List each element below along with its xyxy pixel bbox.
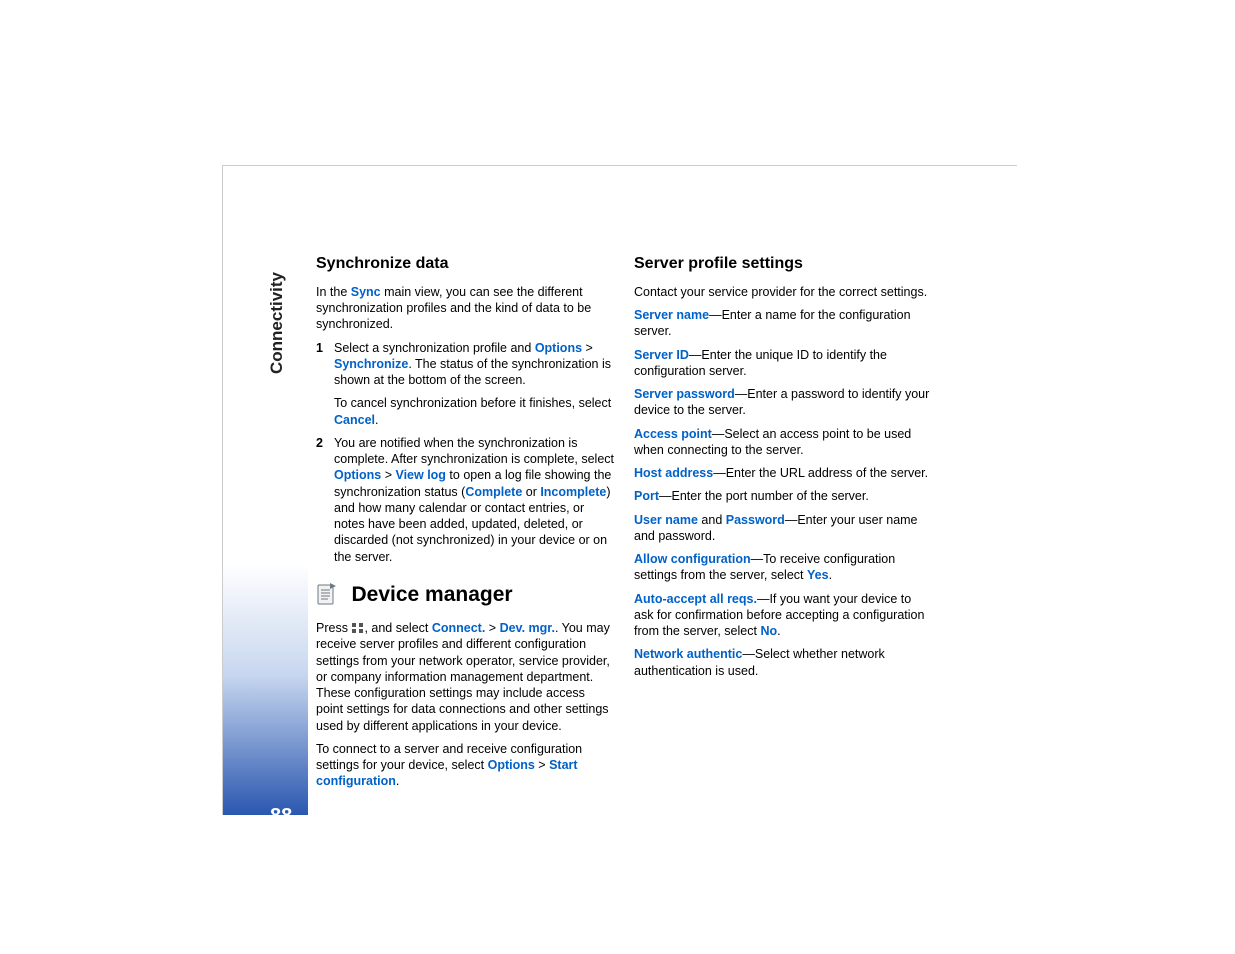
text: . — [396, 774, 399, 788]
kw: Server password — [634, 387, 735, 401]
setting-server-id: Server ID—Enter the unique ID to identif… — [634, 347, 932, 380]
kw: Password — [726, 513, 785, 527]
sep: > — [535, 758, 549, 772]
kw: Allow configuration — [634, 552, 751, 566]
text: and — [698, 513, 726, 527]
kw-options: Options — [535, 341, 582, 355]
kw-yes: Yes — [807, 568, 829, 582]
kw-sync: Sync — [351, 285, 381, 299]
setting-server-name: Server name—Enter a name for the configu… — [634, 307, 932, 340]
document-page: Connectivity 88 Synchronize data In the … — [222, 165, 1017, 815]
setting-network-authentic: Network authentic—Select whether network… — [634, 646, 932, 679]
device-manager-heading: Device manager — [351, 581, 512, 608]
server-profile-heading: Server profile settings — [634, 254, 932, 275]
device-manager-icon — [316, 581, 338, 607]
device-manager-heading-row: Device manager — [316, 581, 614, 608]
kw: Host address — [634, 466, 713, 480]
step-1-note: To cancel synchronization before it fini… — [334, 395, 614, 428]
step-number: 2 — [316, 435, 323, 451]
kw-complete: Complete — [465, 485, 522, 499]
kw-incomplete: Incomplete — [540, 485, 606, 499]
sidebar-tab: Connectivity 88 — [223, 256, 308, 815]
text: , and select — [364, 621, 431, 635]
kw: Auto-accept all reqs. — [634, 592, 757, 606]
section-label: Connectivity — [267, 272, 287, 374]
text: . — [829, 568, 832, 582]
kw-synchronize: Synchronize — [334, 357, 408, 371]
setting-username-password: User name and Password—Enter your user n… — [634, 512, 932, 545]
kw: User name — [634, 513, 698, 527]
kw-no: No — [760, 624, 777, 638]
text: . — [777, 624, 780, 638]
sync-intro: In the Sync main view, you can see the d… — [316, 284, 614, 333]
text: Select a synchronization profile and — [334, 341, 535, 355]
setting-port: Port—Enter the port number of the server… — [634, 488, 932, 504]
sep: > — [485, 621, 499, 635]
kw: Network authentic — [634, 647, 742, 661]
text: Press — [316, 621, 351, 635]
setting-allow-configuration: Allow configuration—To receive configura… — [634, 551, 932, 584]
text: To cancel synchronization before it fini… — [334, 396, 611, 410]
menu-key-icon — [351, 621, 364, 632]
device-manager-p2: To connect to a server and receive confi… — [316, 741, 614, 790]
right-column: Server profile settings Contact your ser… — [634, 254, 932, 797]
sep: > — [381, 468, 395, 482]
device-manager-p1: Press , and select Connect. > Dev. mgr..… — [316, 620, 614, 734]
kw: Server ID — [634, 348, 689, 362]
left-column: Synchronize data In the Sync main view, … — [316, 254, 614, 797]
text: . You may receive server profiles and di… — [316, 621, 610, 733]
kw-options: Options — [334, 468, 381, 482]
setting-server-password: Server password—Enter a password to iden… — [634, 386, 932, 419]
step-1: 1 Select a synchronization profile and O… — [316, 340, 614, 428]
server-profile-intro: Contact your service provider for the co… — [634, 284, 932, 300]
text: In the — [316, 285, 351, 299]
text: —Enter the URL address of the server. — [713, 466, 928, 480]
content-area: Synchronize data In the Sync main view, … — [316, 254, 1017, 797]
kw-cancel: Cancel — [334, 413, 375, 427]
text: —Enter the port number of the server. — [659, 489, 869, 503]
page-number: 88 — [270, 805, 292, 828]
kw-options: Options — [488, 758, 535, 772]
kw: Access point — [634, 427, 712, 441]
setting-auto-accept: Auto-accept all reqs.—If you want your d… — [634, 591, 932, 640]
kw-dev-mgr: Dev. mgr. — [500, 621, 555, 635]
kw-view-log: View log — [395, 468, 445, 482]
kw-connect: Connect. — [432, 621, 485, 635]
setting-access-point: Access point—Select an access point to b… — [634, 426, 932, 459]
text: or — [522, 485, 540, 499]
sync-steps: 1 Select a synchronization profile and O… — [316, 340, 614, 565]
kw: Port — [634, 489, 659, 503]
setting-host-address: Host address—Enter the URL address of th… — [634, 465, 932, 481]
step-2: 2 You are notified when the synchronizat… — [316, 435, 614, 565]
sync-heading: Synchronize data — [316, 254, 614, 275]
text: . — [375, 413, 378, 427]
step-number: 1 — [316, 340, 323, 356]
text: You are notified when the synchronizatio… — [334, 436, 614, 466]
kw: Server name — [634, 308, 709, 322]
sep: > — [582, 341, 593, 355]
